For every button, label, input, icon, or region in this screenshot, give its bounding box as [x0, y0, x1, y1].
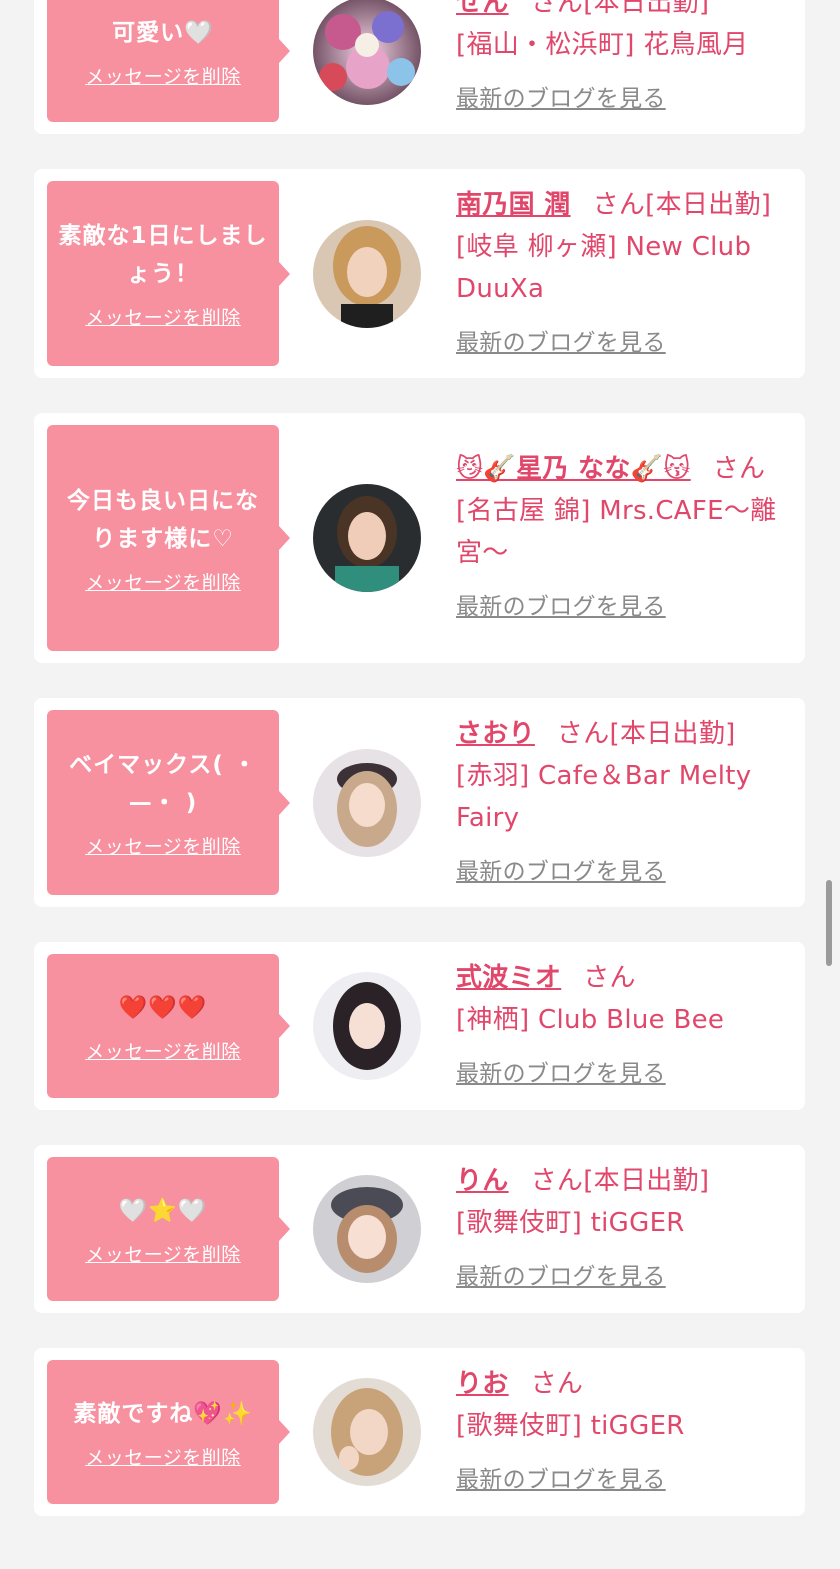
cast-location: [岐阜 柳ヶ瀬] New Club DuuXa [456, 231, 752, 304]
avatar[interactable] [313, 748, 421, 857]
cast-info: せん さん[本日出勤] [福山・松浜町] 花鳥風月 最新のブログを見る [456, 0, 791, 120]
cast-info: 式波ミオ さん [神栖] Club Blue Bee 最新のブログを見る [456, 957, 791, 1095]
avatar[interactable] [313, 219, 421, 328]
cast-info: りお さん [歌舞伎町] tiGGER 最新のブログを見る [456, 1363, 791, 1501]
view-latest-blog-link[interactable]: 最新のブログを見る [456, 586, 791, 628]
cast-status: さん[本日出勤] [592, 189, 772, 220]
cast-name-link[interactable]: りん [456, 1166, 509, 1196]
avatar[interactable] [313, 0, 421, 105]
view-latest-blog-link[interactable]: 最新のブログを見る [456, 1256, 791, 1298]
avatar[interactable] [313, 972, 421, 1080]
message-bubble: 素敵ですね💖✨ メッセージを削除 [47, 1360, 290, 1504]
cast-location: [福山・松浜町] 花鳥風月 [456, 30, 749, 60]
view-latest-blog-link[interactable]: 最新のブログを見る [456, 1459, 791, 1501]
message-card: 素敵ですね💖✨ メッセージを削除 りお さん [歌舞伎町] tiGGER 最新のブ… [34, 1348, 805, 1516]
message-text: 素敵ですね💖✨ [73, 1400, 253, 1427]
avatar-image [313, 219, 421, 328]
avatar[interactable] [313, 1175, 421, 1283]
avatar-image [313, 0, 421, 105]
cast-status: さん [530, 1369, 584, 1399]
cast-location: [名古屋 錦] Mrs.CAFE〜離宮〜 [456, 496, 777, 568]
delete-message-link[interactable]: メッセージを削除 [57, 62, 269, 89]
cast-info: 南乃国 潤さん[本日出勤] [岐阜 柳ヶ瀬] New Club DuuXa 最新… [456, 184, 791, 364]
delete-message-link[interactable]: メッセージを削除 [57, 1037, 269, 1064]
message-card: ベイマックス( ・—・ ) メッセージを削除 さおり さん[本日出勤] [赤羽] … [34, 698, 805, 907]
message-bubble: 今日も良い日になります様に♡ メッセージを削除 [47, 425, 290, 651]
message-card: ❤️❤️❤️ メッセージを削除 式波ミオ さん [神栖] Club Blue Be… [34, 942, 805, 1110]
delete-message-link[interactable]: メッセージを削除 [57, 832, 269, 859]
cast-location: [歌舞伎町] tiGGER [456, 1208, 685, 1238]
avatar-image [313, 1378, 421, 1486]
message-text: 🤍⭐️🤍 [118, 1197, 208, 1224]
message-card: 今日も良い日になります様に♡ メッセージを削除 😼🎸星乃 なな🎸😽 さん [名古屋… [34, 413, 805, 663]
avatar-image [313, 748, 421, 857]
message-card: 可愛い🤍 メッセージを削除 せん さん[本日出勤] [福山・松浜町] 花鳥風月 [34, 0, 805, 134]
cast-status: さん[本日出勤] [556, 718, 736, 749]
cast-name-link[interactable]: 😼🎸星乃 なな🎸😽 [456, 454, 691, 484]
message-text: 素敵な1日にしましょう！ [58, 223, 268, 287]
delete-message-link[interactable]: メッセージを削除 [57, 568, 269, 595]
view-latest-blog-link[interactable]: 最新のブログを見る [456, 851, 791, 893]
message-text: 今日も良い日になります様に♡ [67, 487, 259, 552]
cast-status: さん [583, 963, 636, 993]
view-latest-blog-link[interactable]: 最新のブログを見る [456, 78, 791, 120]
avatar[interactable] [313, 484, 421, 592]
cast-name-link[interactable]: せん [456, 0, 509, 18]
message-bubble: ベイマックス( ・—・ ) メッセージを削除 [47, 710, 290, 895]
cast-status: さん[本日出勤] [530, 0, 710, 18]
avatar-image [313, 1175, 421, 1283]
message-card: 素敵な1日にしましょう！ メッセージを削除 南乃国 潤さん[本日出勤] [岐阜 … [34, 169, 805, 378]
cast-name-link[interactable]: 南乃国 潤 [456, 190, 571, 220]
cast-name-link[interactable]: 式波ミオ [456, 963, 561, 993]
view-latest-blog-link[interactable]: 最新のブログを見る [456, 322, 791, 364]
avatar-image [313, 972, 421, 1080]
message-bubble: 🤍⭐️🤍 メッセージを削除 [47, 1157, 290, 1301]
scrollbar[interactable] [826, 880, 832, 966]
message-text: ❤️❤️❤️ [118, 994, 208, 1021]
delete-message-link[interactable]: メッセージを削除 [57, 1443, 269, 1470]
cast-status: さん[本日出勤] [530, 1166, 710, 1196]
cast-info: さおり さん[本日出勤] [赤羽] Cafe＆Bar Melty Fairy 最新… [456, 713, 791, 893]
avatar[interactable] [313, 1378, 421, 1486]
message-bubble: ❤️❤️❤️ メッセージを削除 [47, 954, 290, 1098]
message-text: ベイマックス( ・—・ ) [69, 752, 257, 816]
cast-info: 😼🎸星乃 なな🎸😽 さん [名古屋 錦] Mrs.CAFE〜離宮〜 最新のブログを… [456, 448, 791, 628]
delete-message-link[interactable]: メッセージを削除 [57, 303, 269, 330]
delete-message-link[interactable]: メッセージを削除 [57, 1240, 269, 1267]
avatar-image [313, 484, 421, 592]
message-bubble: 可愛い🤍 メッセージを削除 [47, 0, 290, 122]
cast-location: [赤羽] Cafe＆Bar Melty Fairy [456, 760, 752, 833]
cast-name-link[interactable]: りお [456, 1369, 509, 1399]
cast-status: さん [712, 454, 766, 484]
view-latest-blog-link[interactable]: 最新のブログを見る [456, 1053, 791, 1095]
message-card: 🤍⭐️🤍 メッセージを削除 りん さん[本日出勤] [歌舞伎町] tiGGER 最… [34, 1145, 805, 1313]
cast-location: [歌舞伎町] tiGGER [456, 1411, 685, 1441]
cast-name-link[interactable]: さおり [456, 719, 535, 749]
cast-location: [神栖] Club Blue Bee [456, 1005, 725, 1035]
message-list-page: 可愛い🤍 メッセージを削除 せんさん[本日出勤] [福山・松浜町] 花鳥風月 [0, 0, 840, 1569]
message-list: 可愛い🤍 メッセージを削除 せんさん[本日出勤] [福山・松浜町] 花鳥風月 [34, 0, 805, 1551]
message-text: 可愛い🤍 [112, 19, 214, 46]
cast-info: りん さん[本日出勤] [歌舞伎町] tiGGER 最新のブログを見る [456, 1160, 791, 1298]
message-bubble: 素敵な1日にしましょう！ メッセージを削除 [47, 181, 290, 366]
